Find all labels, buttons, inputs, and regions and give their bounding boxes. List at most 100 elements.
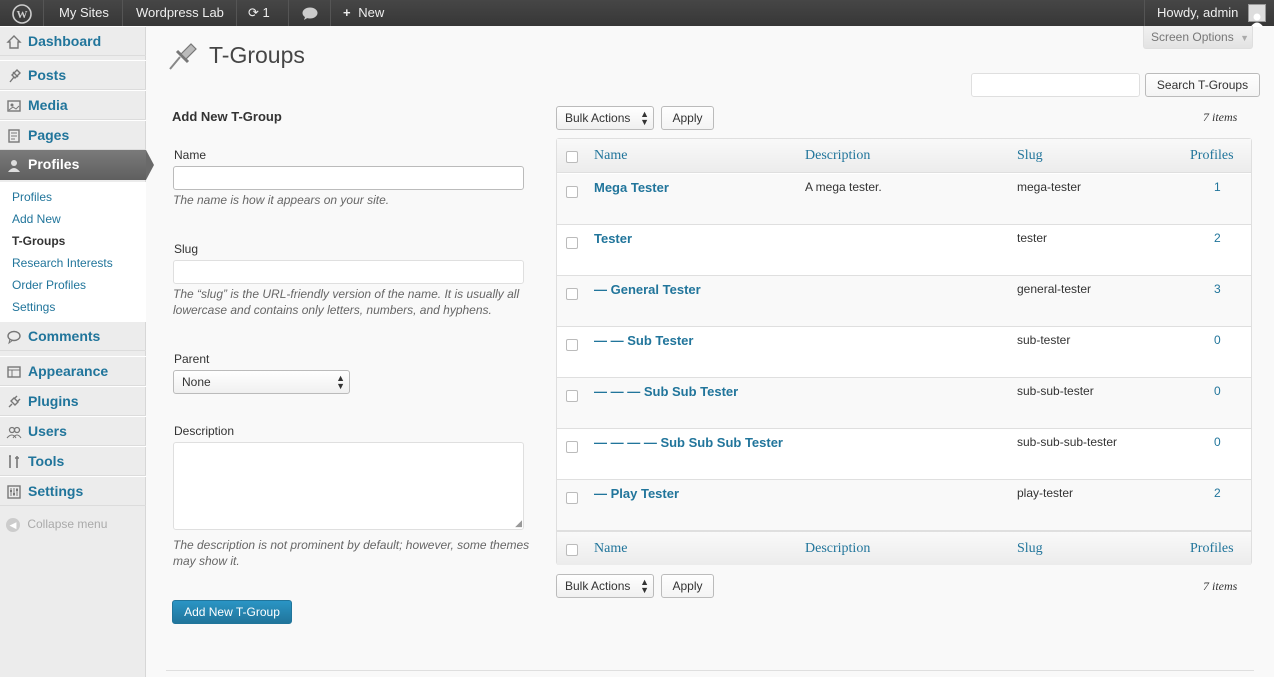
name-input[interactable] (173, 166, 524, 190)
menu-plugins[interactable]: Plugins (0, 386, 146, 416)
submenu-order-profiles[interactable]: Order Profiles (12, 278, 86, 292)
pin-icon (9, 69, 21, 83)
select-all-checkbox[interactable] (566, 151, 578, 163)
row-slug: tester (1017, 231, 1048, 245)
submenu-t-groups[interactable]: T-Groups (12, 234, 65, 248)
column-slug[interactable]: Slug (1017, 148, 1043, 164)
bulk-actions-select-bottom[interactable]: Bulk Actions ▲ ▼ (556, 574, 654, 598)
apply-button-top[interactable]: Apply (661, 106, 714, 130)
apply-button-bottom[interactable]: Apply (661, 574, 714, 598)
menu-dashboard[interactable]: Dashboard (0, 26, 146, 56)
users-icon (6, 426, 22, 439)
table-row: — — — Sub Sub Tester sub-sub-tester 0 (557, 378, 1251, 429)
plugin-icon (8, 395, 21, 408)
parent-select[interactable]: None ▲ ▼ (173, 370, 350, 394)
menu-profiles[interactable]: Profiles (0, 150, 154, 180)
submenu-settings[interactable]: Settings (12, 300, 55, 314)
collapse-arrow-icon: ◀ (6, 517, 20, 532)
row-name-link[interactable]: — — — — Sub Sub Sub Tester (594, 435, 783, 450)
row-name-link[interactable]: Mega Tester (594, 180, 669, 195)
search-input[interactable] (971, 73, 1140, 97)
tools-icon (9, 455, 19, 468)
column-description[interactable]: Description (805, 148, 870, 164)
row-name-link[interactable]: — General Tester (594, 282, 701, 297)
menu-media-label: Media (28, 97, 68, 113)
menu-users[interactable]: Users (0, 416, 146, 446)
menu-appearance-label: Appearance (28, 363, 109, 379)
row-name-link[interactable]: — — — Sub Sub Tester (594, 384, 738, 399)
updates-link[interactable]: ⟳ 1 (237, 0, 289, 26)
search-button[interactable]: Search T-Groups (1145, 73, 1260, 97)
footer-divider (166, 670, 1254, 671)
collapse-menu[interactable]: ◀ Collapse menu (6, 517, 107, 532)
submenu-add-new[interactable]: Add New (12, 212, 61, 226)
comment-icon (7, 330, 21, 345)
select-arrows-icon: ▲ ▼ (640, 577, 649, 595)
row-checkbox[interactable] (566, 339, 578, 351)
resize-handle-icon[interactable]: ◢ (515, 518, 522, 529)
user-icon (8, 160, 20, 172)
submenu-research-interests[interactable]: Research Interests (12, 256, 113, 270)
menu-pages[interactable]: Pages (0, 120, 146, 150)
row-checkbox[interactable] (566, 288, 578, 300)
row-checkbox[interactable] (566, 441, 578, 453)
row-profiles-count[interactable]: 0 (1214, 333, 1221, 347)
menu-tools[interactable]: Tools (0, 446, 146, 476)
slug-label: Slug (174, 242, 199, 256)
column-name-footer[interactable]: Name (594, 541, 627, 557)
menu-appearance[interactable]: Appearance (0, 356, 146, 386)
row-checkbox[interactable] (566, 492, 578, 504)
row-profiles-count[interactable]: 0 (1214, 384, 1221, 398)
add-new-heading: Add New T-Group (172, 109, 282, 124)
menu-posts-label: Posts (28, 67, 67, 83)
column-profiles[interactable]: Profiles (1190, 148, 1234, 164)
menu-profiles-label: Profiles (28, 156, 80, 172)
row-profiles-count[interactable]: 2 (1214, 231, 1221, 245)
slug-input[interactable] (173, 260, 524, 284)
my-sites-link[interactable]: My Sites (44, 0, 123, 26)
refresh-icon: ⟳ (248, 5, 259, 20)
select-arrows-icon: ▲ ▼ (640, 109, 649, 127)
row-name-link[interactable]: Tester (594, 231, 632, 246)
menu-media[interactable]: Media (0, 90, 146, 120)
column-description-footer[interactable]: Description (805, 541, 870, 557)
menu-settings[interactable]: Settings (0, 476, 146, 506)
select-all-checkbox-footer[interactable] (566, 544, 578, 556)
profiles-submenu: Profiles Add New T-Groups Research Inter… (0, 182, 146, 322)
page-title: T-Groups (209, 42, 305, 68)
row-checkbox[interactable] (566, 237, 578, 249)
row-checkbox[interactable] (566, 186, 578, 198)
wordpress-logo-icon[interactable]: W (0, 0, 44, 26)
chevron-down-icon: ▼ (1240, 33, 1249, 43)
row-profiles-count[interactable]: 3 (1214, 282, 1221, 296)
table-row: Mega Tester A mega tester. mega-tester 1 (557, 174, 1251, 225)
column-profiles-footer[interactable]: Profiles (1190, 541, 1234, 557)
screen-options-button[interactable]: Screen Options ▼ (1143, 26, 1253, 49)
row-checkbox[interactable] (566, 390, 578, 402)
collapse-menu-label: Collapse menu (27, 517, 108, 531)
row-name-link[interactable]: — Play Tester (594, 486, 679, 501)
column-name[interactable]: Name (594, 148, 627, 164)
pages-icon (8, 129, 20, 143)
menu-plugins-label: Plugins (28, 393, 79, 409)
add-new-t-group-button[interactable]: Add New T-Group (172, 600, 292, 624)
menu-comments[interactable]: Comments (0, 321, 146, 351)
description-textarea[interactable]: ◢ (173, 442, 524, 530)
bulk-actions-select-top[interactable]: Bulk Actions ▲ ▼ (556, 106, 654, 130)
row-profiles-count[interactable]: 1 (1214, 180, 1221, 194)
new-content-link[interactable]: + New (331, 0, 403, 26)
howdy-text: Howdy, admin (1157, 5, 1239, 20)
menu-posts[interactable]: Posts (0, 60, 146, 90)
row-profiles-count[interactable]: 2 (1214, 486, 1221, 500)
row-name-link[interactable]: — — Sub Tester (594, 333, 693, 348)
table-row: — — — — Sub Sub Sub Tester sub-sub-sub-t… (557, 429, 1251, 480)
account-menu[interactable]: Howdy, admin (1144, 0, 1274, 27)
comments-link[interactable] (289, 0, 331, 26)
column-slug-footer[interactable]: Slug (1017, 541, 1043, 557)
row-slug: play-tester (1017, 486, 1074, 500)
comment-bubble-icon (302, 7, 318, 20)
submenu-profiles[interactable]: Profiles (12, 190, 52, 204)
menu-pages-label: Pages (28, 127, 70, 143)
row-profiles-count[interactable]: 0 (1214, 435, 1221, 449)
site-name-link[interactable]: Wordpress Lab (123, 0, 237, 26)
